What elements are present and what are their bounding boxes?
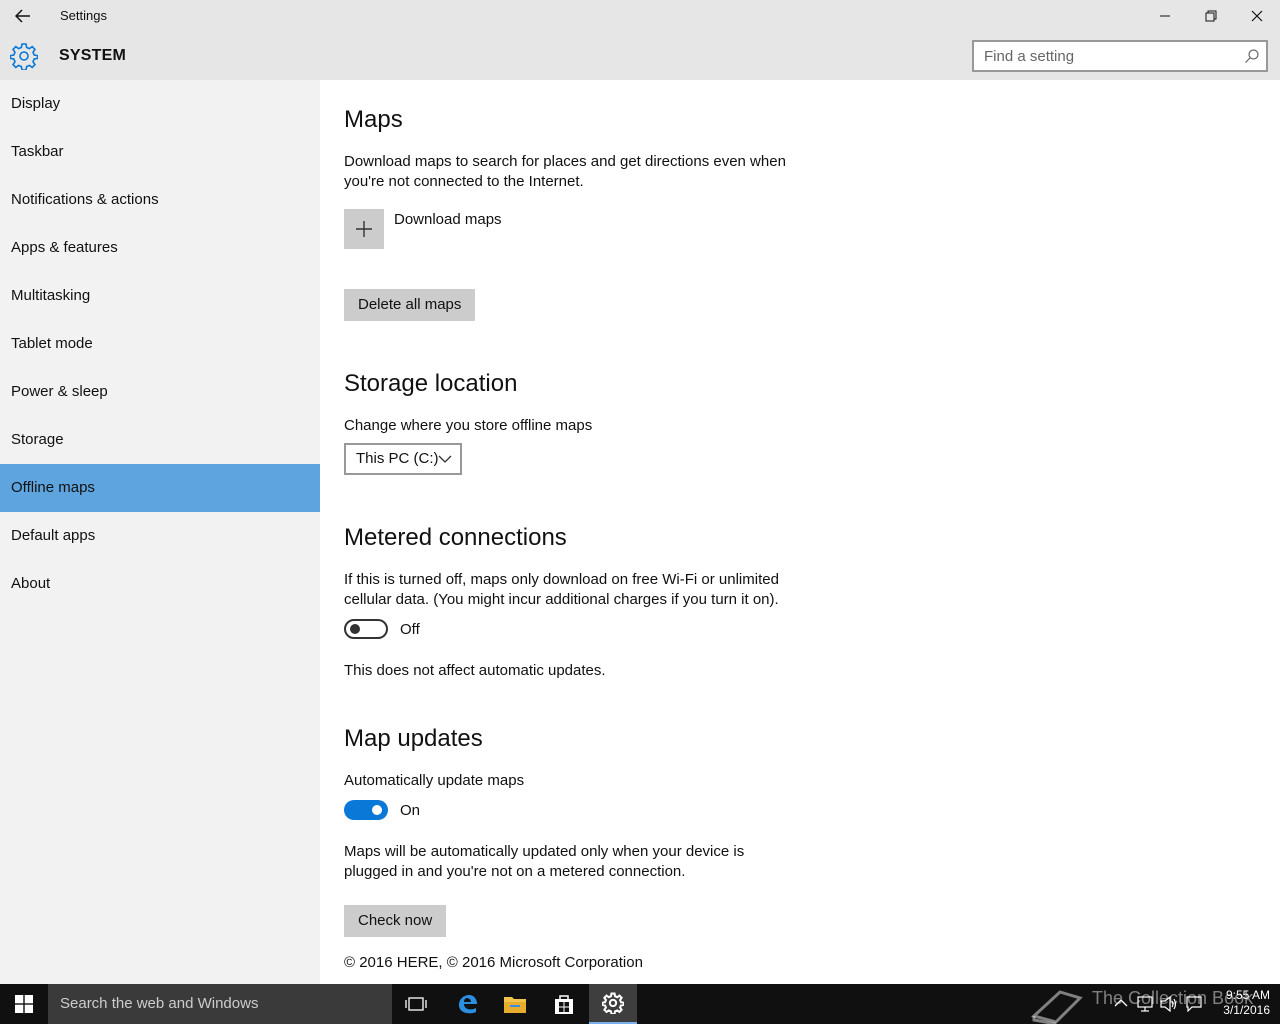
back-arrow-icon [15, 9, 30, 23]
settings-header: SYSTEM [0, 32, 1280, 80]
action-center-icon[interactable] [1186, 996, 1202, 1012]
delete-all-maps-button[interactable]: Delete all maps [344, 289, 476, 321]
copyright: © 2016 HERE, © 2016 Microsoft Corporatio… [344, 954, 643, 971]
edge-icon [459, 995, 477, 1014]
download-maps-button[interactable] [344, 209, 384, 249]
storage-heading: Storage location [344, 370, 518, 397]
storage-location-dropdown[interactable]: This PC (C:) [344, 443, 462, 475]
sidebar-item-about[interactable]: About [0, 560, 320, 608]
auto-update-toggle-state: On [400, 802, 421, 819]
volume-icon[interactable] [1160, 996, 1178, 1012]
sidebar-item-apps-features[interactable]: Apps & features [0, 224, 320, 272]
sidebar-item-offline-maps[interactable]: Offline maps [0, 464, 320, 512]
sidebar: Display Taskbar Notifications & actions … [0, 80, 320, 984]
section-title: SYSTEM [59, 47, 126, 64]
app-title: Settings [60, 8, 107, 23]
search-input[interactable] [974, 42, 1234, 70]
search-icon[interactable] [1244, 48, 1260, 64]
sidebar-item-display[interactable]: Display [0, 80, 320, 128]
maps-description: Download maps to search for places and g… [344, 153, 786, 190]
auto-update-description: Maps will be automatically updated only … [344, 843, 745, 880]
task-view-icon [405, 997, 427, 1011]
metered-description: If this is turned off, maps only downloa… [344, 571, 779, 608]
folder-icon [504, 997, 526, 1013]
metered-toggle-state: Off [400, 621, 420, 638]
search-box[interactable] [972, 40, 1268, 72]
chevron-down-icon [438, 455, 452, 463]
content-pane: Maps Download maps to search for places … [320, 80, 1280, 984]
close-button[interactable] [1234, 0, 1280, 32]
metered-heading: Metered connections [344, 524, 567, 551]
sidebar-item-default-apps[interactable]: Default apps [0, 512, 320, 560]
restore-icon [1205, 10, 1217, 22]
toggle-knob [350, 624, 360, 634]
store-button[interactable] [540, 984, 588, 1024]
start-button[interactable] [0, 984, 48, 1024]
map-updates-heading: Map updates [344, 725, 483, 752]
storage-location-value: This PC (C:) [356, 450, 439, 467]
restore-button[interactable] [1188, 0, 1234, 32]
auto-update-toggle[interactable] [344, 800, 388, 820]
check-now-button[interactable]: Check now [344, 905, 447, 937]
file-explorer-button[interactable] [491, 984, 539, 1024]
edge-button[interactable] [443, 984, 491, 1024]
plus-icon [356, 221, 372, 237]
sidebar-item-notifications[interactable]: Notifications & actions [0, 176, 320, 224]
sidebar-item-taskbar[interactable]: Taskbar [0, 128, 320, 176]
storage-label: Change where you store offline maps [344, 417, 593, 434]
sidebar-item-tablet-mode[interactable]: Tablet mode [0, 320, 320, 368]
task-view-button[interactable] [392, 984, 440, 1024]
taskbar-clock[interactable]: 9:55 AM 3/1/2016 [1212, 988, 1270, 1018]
sidebar-item-storage[interactable]: Storage [0, 416, 320, 464]
clock-date: 3/1/2016 [1223, 1003, 1270, 1017]
taskbar-search[interactable]: Search the web and Windows [48, 984, 392, 1024]
close-icon [1251, 10, 1263, 22]
back-button[interactable] [0, 0, 46, 32]
clock-time: 9:55 AM [1225, 988, 1270, 1002]
minimize-icon [1160, 15, 1170, 17]
book-logo-icon [1030, 990, 1083, 1024]
metered-note: This does not affect automatic updates. [344, 662, 606, 679]
metered-toggle[interactable] [344, 619, 388, 639]
show-hidden-icons-icon[interactable] [1114, 997, 1128, 1009]
sidebar-item-multitasking[interactable]: Multitasking [0, 272, 320, 320]
settings-gear-icon [602, 992, 624, 1014]
maps-heading: Maps [344, 106, 403, 133]
taskbar: Search the web and Windows The Collectio… [0, 984, 1280, 1024]
minimize-button[interactable] [1142, 0, 1188, 32]
settings-taskbar-button[interactable] [589, 984, 637, 1024]
download-maps-label[interactable]: Download maps [394, 211, 502, 228]
store-icon [555, 995, 573, 1014]
toggle-knob [372, 805, 382, 815]
network-icon[interactable] [1136, 996, 1154, 1012]
gear-icon [10, 43, 38, 70]
auto-update-label: Automatically update maps [344, 772, 525, 789]
sidebar-item-power-sleep[interactable]: Power & sleep [0, 368, 320, 416]
title-bar: Settings [0, 0, 1280, 32]
windows-logo-icon [15, 995, 33, 1013]
